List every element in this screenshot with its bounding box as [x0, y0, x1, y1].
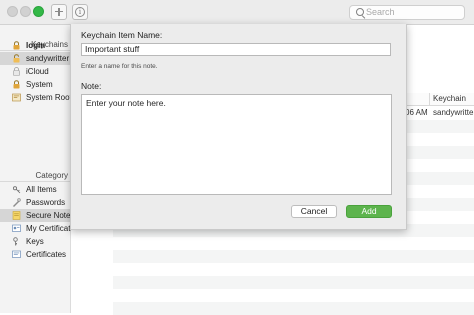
add-button[interactable]: Add: [346, 205, 392, 218]
table-row[interactable]: [113, 250, 474, 263]
sidebar-item-label: Passwords: [26, 198, 66, 207]
item-name-field[interactable]: Important stuff: [81, 43, 391, 56]
note-textarea[interactable]: Enter your note here.: [81, 94, 392, 195]
sidebar-item-sandywritter[interactable]: sandywritter: [0, 52, 70, 65]
sidebar-item-secure-notes[interactable]: Secure Notes: [0, 209, 74, 222]
new-secure-note-sheet: Keychain Item Name: Important stuff Ente…: [70, 24, 407, 230]
category-header: Category: [0, 170, 70, 182]
column-divider[interactable]: [429, 93, 430, 105]
add-item-button[interactable]: [51, 4, 67, 20]
item-name-hint: Enter a name for this note.: [81, 63, 158, 70]
sidebar-item-certificates[interactable]: Certificates: [0, 248, 70, 261]
note-placeholder: Enter your note here.: [86, 98, 166, 108]
sidebar-item-label: login: [26, 41, 46, 50]
sidebar-item-passwords[interactable]: Passwords: [0, 196, 70, 209]
table-row[interactable]: [113, 302, 474, 315]
info-button[interactable]: i: [72, 4, 88, 20]
unlocked-lock-icon: [12, 54, 21, 63]
sidebar-item-label: All Items: [26, 185, 57, 194]
key-pen-icon: [12, 198, 21, 207]
note-icon: [12, 211, 21, 220]
lock-icon: [12, 41, 21, 50]
table-row[interactable]: [113, 276, 474, 289]
sidebar-item-icloud[interactable]: iCloud: [0, 65, 70, 78]
sidebar-item-system[interactable]: System: [0, 78, 70, 91]
cloud-lock-icon: [12, 67, 21, 76]
sidebar-item-label: sandywritter: [26, 54, 70, 63]
certificate-icon: [12, 250, 21, 259]
sidebar-item-label: System: [26, 80, 53, 89]
sidebar-item-label: iCloud: [26, 67, 49, 76]
minimize-window-button[interactable]: [20, 6, 31, 17]
sidebar-item-my-certificates[interactable]: My Certificates: [0, 222, 79, 235]
close-window-button[interactable]: [7, 6, 18, 17]
sidebar-item-all-items[interactable]: All Items: [0, 183, 70, 196]
search-field[interactable]: Search: [349, 5, 465, 20]
sidebar-item-login[interactable]: login: [0, 39, 70, 52]
cancel-button[interactable]: Cancel: [291, 205, 337, 218]
column-header-keychain[interactable]: Keychain: [433, 93, 466, 105]
row-date-cell: 06 AM: [405, 108, 428, 117]
window-toolbar: i Search: [0, 0, 474, 25]
sidebar-item-label: System Roots: [26, 93, 76, 102]
item-name-label: Keychain Item Name:: [81, 30, 163, 40]
sidebar-item-keys[interactable]: Keys: [0, 235, 70, 248]
zoom-window-button[interactable]: [33, 6, 44, 17]
sidebar-item-label: Secure Notes: [26, 211, 75, 220]
all-items-icon: [12, 185, 21, 194]
certificate-lock-icon: [12, 93, 21, 102]
lock-icon: [12, 80, 21, 89]
note-label: Note:: [81, 81, 102, 91]
my-certificate-icon: [12, 224, 21, 233]
sidebar-item-label: Certificates: [26, 250, 67, 259]
sidebar-item-system-roots[interactable]: System Roots: [0, 91, 76, 104]
sidebar-item-label: Keys: [26, 237, 44, 246]
search-placeholder: Search: [366, 7, 395, 17]
key-icon: [12, 237, 21, 246]
row-keychain-cell: sandywritter: [433, 108, 474, 117]
